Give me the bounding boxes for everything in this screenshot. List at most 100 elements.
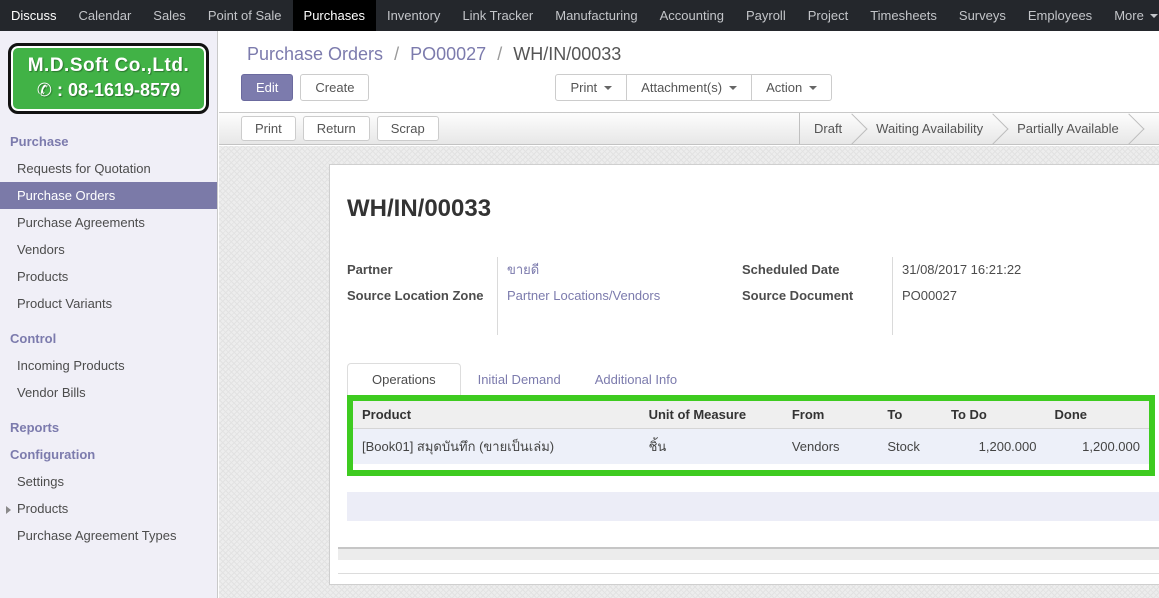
attachments-menu-button[interactable]: Attachment(s) [626,74,752,101]
form-sheet: WH/IN/00033 Partner Source Location Zone… [329,164,1159,585]
field-values-left: ขายดี Partner Locations/Vendors [497,257,742,335]
sidebar-item-purchase-agreements[interactable]: Purchase Agreements [0,209,217,236]
table-row[interactable]: [Book01] สมุดบันทึก (ขายเป็นเล่ม) ชิ้น V… [353,429,1149,465]
breadcrumb-purchase-orders[interactable]: Purchase Orders [247,44,383,64]
nav-item-link-tracker[interactable]: Link Tracker [451,0,544,31]
top-navbar: Discuss Calendar Sales Point of Sale Pur… [0,0,1159,31]
nav-item-timesheets[interactable]: Timesheets [859,0,948,31]
sidebar-item-requests-for-quotation[interactable]: Requests for Quotation [0,155,217,182]
breadcrumb-po00027[interactable]: PO00027 [410,44,486,64]
nav-item-employees[interactable]: Employees [1017,0,1103,31]
tab-operations[interactable]: Operations [347,363,461,395]
sidebar-item-vendors[interactable]: Vendors [0,236,217,263]
phone-number: 08-1619-8579 [68,80,180,100]
caret-down-icon [809,86,817,90]
column-header-done: Done [1045,401,1149,429]
print-menu-button[interactable]: Print [555,74,627,101]
sidebar-item-settings[interactable]: Settings [0,468,217,495]
sidebar-item-purchase-orders[interactable]: Purchase Orders [0,182,217,209]
sidebar-item-vendor-bills[interactable]: Vendor Bills [0,379,217,406]
nav-item-more[interactable]: More [1103,0,1159,31]
sidebar-item-product-variants[interactable]: Product Variants [0,290,217,317]
caret-down-icon [604,86,612,90]
sidebar-section-configuration: Configuration [0,441,217,468]
nav-item-discuss[interactable]: Discuss [0,0,68,31]
table-header-row: Product Unit of Measure From To To Do Do… [353,401,1149,429]
tab-additional-info[interactable]: Additional Info [578,364,694,395]
source-location-zone-value[interactable]: Partner Locations/Vendors [507,283,742,309]
sidebar-section-control: Control [0,325,217,352]
field-group-left: Partner Source Location Zone ขายดี Partn… [347,257,742,335]
company-logo: M.D.Soft Co.,Ltd. ✆ : 08-1619-8579 [8,43,209,114]
action-menu-label: Action [766,80,802,95]
print-button[interactable]: Print [241,116,296,141]
column-header-to: To [878,401,942,429]
field-labels-left: Partner Source Location Zone [347,257,497,335]
sidebar-item-products[interactable]: Products [0,263,217,290]
status-pipeline: Draft Waiting Availability Partially Ava… [799,113,1159,144]
field-labels-right: Scheduled Date Source Document [742,257,892,335]
field-group-right: Scheduled Date Source Document 31/08/201… [742,257,1159,335]
sidebar-section-purchase: Purchase [0,128,217,155]
edit-button[interactable]: Edit [241,74,293,101]
sidebar-item-config-products[interactable]: Products [0,495,217,522]
company-name: M.D.Soft Co.,Ltd. [15,55,202,77]
cell-to: Stock [878,429,942,465]
empty-row-placeholder [347,492,1159,521]
scrap-button[interactable]: Scrap [377,116,439,141]
field-group: Partner Source Location Zone ขายดี Partn… [347,257,1159,335]
phone-icon: ✆ [37,80,52,100]
main-area: Purchase Orders / PO00027 / WH/IN/00033 … [219,31,1159,598]
create-button[interactable]: Create [300,74,369,101]
chevron-down-icon [1150,14,1158,18]
cell-product: [Book01] สมุดบันทึก (ขายเป็นเล่ม) [353,429,640,465]
control-panel: Purchase Orders / PO00027 / WH/IN/00033 … [219,31,1159,113]
cell-to-do: 1,200.000 [942,429,1045,465]
company-phone: ✆ : 08-1619-8579 [15,80,202,101]
source-document-label: Source Document [742,283,892,309]
nav-item-surveys[interactable]: Surveys [948,0,1017,31]
operations-table-highlight: Product Unit of Measure From To To Do Do… [347,395,1155,476]
print-menu-label: Print [570,80,597,95]
phone-separator: : [57,80,63,100]
form-view-background: WH/IN/00033 Partner Source Location Zone… [219,146,1159,598]
tab-initial-demand[interactable]: Initial Demand [461,364,578,395]
nav-item-purchases[interactable]: Purchases [293,0,376,31]
partner-value[interactable]: ขายดี [507,257,742,283]
nav-item-manufacturing[interactable]: Manufacturing [544,0,648,31]
chatter-separator-band [338,547,1159,560]
nav-item-inventory[interactable]: Inventory [376,0,451,31]
nav-item-project[interactable]: Project [797,0,859,31]
sidebar-section-reports: Reports [0,414,217,441]
sidebar-item-label: Products [17,501,68,516]
action-menu-button[interactable]: Action [751,74,832,101]
sidebar-item-purchase-agreement-types[interactable]: Purchase Agreement Types [0,522,217,549]
more-label: More [1114,0,1144,31]
breadcrumb: Purchase Orders / PO00027 / WH/IN/00033 [219,31,1159,65]
nav-item-payroll[interactable]: Payroll [735,0,797,31]
nav-item-calendar[interactable]: Calendar [68,0,143,31]
nav-item-point-of-sale[interactable]: Point of Sale [197,0,293,31]
caret-down-icon [729,86,737,90]
page-title: WH/IN/00033 [347,195,1159,223]
column-header-product: Product [353,401,640,429]
source-location-zone-label: Source Location Zone [347,283,497,309]
scheduled-date-label: Scheduled Date [742,257,892,283]
operations-table: Product Unit of Measure From To To Do Do… [353,401,1149,464]
status-step-waiting-availability: Waiting Availability [852,113,993,144]
status-step-draft: Draft [802,113,852,144]
breadcrumb-separator: / [491,44,508,64]
sidebar: M.D.Soft Co.,Ltd. ✆ : 08-1619-8579 Purch… [0,31,218,598]
notebook-tabs: Operations Initial Demand Additional Inf… [347,363,1159,395]
column-header-unit-of-measure: Unit of Measure [640,401,783,429]
status-step-partially-available: Partially Available [993,113,1129,144]
return-button[interactable]: Return [303,116,370,141]
cell-from: Vendors [783,429,879,465]
chatter-separator-line [338,573,1159,574]
field-values-right: 31/08/2017 16:21:22 PO00027 [892,257,1159,335]
nav-item-accounting[interactable]: Accounting [649,0,735,31]
cell-done: 1,200.000 [1045,429,1149,465]
partner-label: Partner [347,257,497,283]
sidebar-item-incoming-products[interactable]: Incoming Products [0,352,217,379]
nav-item-sales[interactable]: Sales [142,0,197,31]
